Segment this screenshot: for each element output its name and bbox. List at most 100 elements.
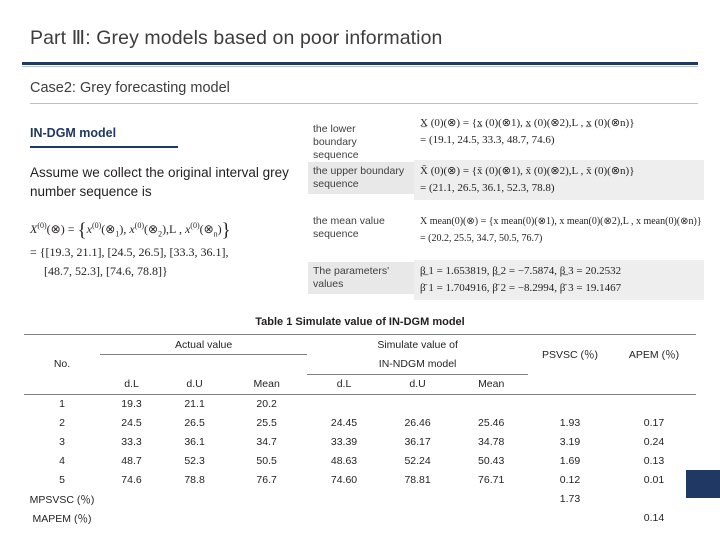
footer-spacer-13 bbox=[454, 509, 528, 528]
results-table: Actual value Simulate value of PSVSC (％)… bbox=[24, 334, 696, 528]
cell-actual-mean: 50.5 bbox=[256, 455, 277, 467]
panel-params-line-2: β̄ 1 = 1.704916, β̄ 2 = −8.2994, β̄ 3 = … bbox=[420, 282, 622, 294]
panel-upper-line-2: = (21.1, 26.5, 36.1, 52.3, 78.8) bbox=[420, 182, 555, 194]
model-label: IN-DGM model bbox=[30, 126, 117, 140]
footer-spacer-6 bbox=[454, 490, 528, 509]
panel-upper-line-1: X̄ (0)(⊗) = {x̄ (0)(⊗1), x̄ (0)(⊗2),L , … bbox=[420, 165, 635, 177]
cell-actual-dl: 19.3 bbox=[121, 398, 142, 410]
column-header-no: No. bbox=[53, 358, 71, 371]
footer-spacer-4 bbox=[307, 490, 381, 509]
callout-parameters: The parameters' values bbox=[308, 262, 421, 294]
case-divider bbox=[30, 103, 698, 104]
table-caption: Table 1 Simulate value of IN-DGM model bbox=[255, 316, 465, 328]
cell-psvsc: 0.12 bbox=[559, 474, 581, 486]
cell-sim-du: 78.81 bbox=[404, 474, 431, 486]
cell-no: 3 bbox=[59, 436, 65, 448]
cell-psvsc: 1.93 bbox=[559, 417, 581, 429]
formula-line-3: [48.7, 52.3], [74.6, 78.8]} bbox=[44, 264, 168, 279]
actual-spacer-3 bbox=[226, 355, 307, 375]
footer-spacer-12 bbox=[381, 509, 455, 528]
table-body: 1 19.3 21.1 20.2 2 24.5 26.5 25.5 24.45 … bbox=[24, 394, 696, 528]
title-divider-thin bbox=[22, 66, 698, 67]
callout-mean-value: the mean value sequence bbox=[313, 215, 385, 240]
accent-block bbox=[686, 470, 720, 498]
title-divider bbox=[22, 62, 698, 65]
cell-psvsc bbox=[528, 394, 612, 414]
table-row: 3 33.3 36.1 34.7 33.39 36.17 34.78 3.19 … bbox=[24, 433, 696, 452]
cell-apem: 0.01 bbox=[643, 474, 665, 486]
column-header-sim-dl: d.L bbox=[307, 374, 381, 395]
cell-actual-du: 21.1 bbox=[184, 398, 205, 410]
cell-no: 4 bbox=[59, 455, 65, 467]
cell-sim-mean: 50.43 bbox=[478, 455, 505, 467]
actual-spacer-1 bbox=[100, 355, 163, 375]
bottom-clip bbox=[0, 532, 720, 540]
footer-spacer-3 bbox=[226, 490, 307, 509]
footer-label-mpsvsc: MPSVSC (％) bbox=[29, 493, 95, 506]
footer-spacer-8 bbox=[100, 509, 163, 528]
column-header-no-blank bbox=[24, 374, 100, 395]
cell-sim-dl: 74.60 bbox=[330, 474, 358, 486]
case-heading: Case2: Grey forecasting model bbox=[30, 80, 230, 96]
cell-actual-du: 52.3 bbox=[184, 455, 205, 467]
cell-sim-du bbox=[381, 394, 455, 414]
footer-spacer-1 bbox=[100, 490, 163, 509]
footer-value-mapem: 0.14 bbox=[643, 512, 665, 524]
column-header-psvsc: PSVSC (％) bbox=[528, 334, 612, 374]
panel-mean-sequence: X mean(0)(⊗) = {x mean(0)(⊗1), x mean(0)… bbox=[414, 210, 704, 250]
panel-lower-sequence: X̲ (0)(⊗) = {x̲ (0)(⊗1), x̲ (0)(⊗2),L , … bbox=[414, 112, 704, 152]
slide-root: Part Ⅲ: Grey models based on poor inform… bbox=[0, 0, 720, 540]
column-header-sim-du: d.U bbox=[380, 374, 455, 395]
cell-sim-du: 26.46 bbox=[404, 417, 431, 429]
cell-actual-dl: 74.6 bbox=[121, 474, 142, 486]
panel-params-line-1: β̲ 1 = 1.653819, β̲ 2 = −7.5874, β̲ 3 = … bbox=[420, 265, 622, 277]
cell-actual-mean: 76.7 bbox=[256, 474, 277, 486]
panel-upper-sequence: X̄ (0)(⊗) = {x̄ (0)(⊗1), x̄ (0)(⊗2),L , … bbox=[414, 160, 704, 200]
panel-mean-line-1: X mean(0)(⊗) = {x mean(0)(⊗1), x mean(0)… bbox=[420, 216, 702, 227]
cell-actual-du: 36.1 bbox=[184, 436, 205, 448]
table-row: 4 48.7 52.3 50.5 48.63 52.24 50.43 1.69 … bbox=[24, 452, 696, 471]
table-footer-row: MAPEM (％) 0.14 bbox=[24, 509, 696, 528]
footer-spacer-7 bbox=[612, 490, 696, 509]
column-header-psvsc-blank bbox=[528, 374, 612, 395]
group-header-spacer bbox=[24, 334, 100, 355]
footer-value-mpsvsc: 1.73 bbox=[559, 493, 581, 505]
panel-lower-line-1: X̲ (0)(⊗) = {x̲ (0)(⊗1), x̲ (0)(⊗2),L , … bbox=[420, 117, 635, 129]
column-header-actual-dl: d.L bbox=[100, 374, 164, 395]
cell-no: 5 bbox=[59, 474, 65, 486]
table-row: 1 19.3 21.1 20.2 bbox=[24, 394, 696, 414]
column-header-actual-du: d.U bbox=[163, 374, 227, 395]
footer-spacer-10 bbox=[226, 509, 307, 528]
callout-lower-boundary: the lower boundary sequence bbox=[313, 123, 359, 161]
column-header-apem: APEM (％) bbox=[612, 334, 696, 374]
formula-line-1: X(0)(⊗) = {x(0)(⊗1), x(0)(⊗2),L , x(0)(⊗… bbox=[30, 220, 231, 241]
page-title: Part Ⅲ: Grey models based on poor inform… bbox=[30, 27, 443, 49]
cell-psvsc: 3.19 bbox=[559, 436, 581, 448]
table-footer-row: MPSVSC (％) 1.73 bbox=[24, 490, 696, 509]
cell-sim-dl: 24.45 bbox=[330, 417, 358, 429]
table-column-header-row: d.L d.U Mean d.L d.U Mean bbox=[24, 374, 696, 395]
cell-no: 2 bbox=[59, 417, 65, 429]
footer-spacer-5 bbox=[381, 490, 455, 509]
cell-sim-dl bbox=[307, 394, 381, 414]
cell-sim-dl: 33.39 bbox=[330, 436, 358, 448]
footer-label-mapem: MAPEM (％) bbox=[32, 512, 92, 525]
footer-spacer-9 bbox=[163, 509, 226, 528]
panel-lower-line-2: = (19.1, 24.5, 33.3, 48.7, 74.6) bbox=[420, 134, 555, 146]
cell-actual-mean: 25.5 bbox=[256, 417, 277, 429]
cell-sim-dl: 48.63 bbox=[330, 455, 358, 467]
cell-apem: 0.13 bbox=[643, 455, 665, 467]
cell-actual-du: 78.8 bbox=[184, 474, 205, 486]
table-group-header-row: Actual value Simulate value of PSVSC (％)… bbox=[24, 334, 696, 374]
assume-text: Assume we collect the original interval … bbox=[30, 165, 289, 199]
table-row: 5 74.6 78.8 76.7 74.60 78.81 76.71 0.12 … bbox=[24, 471, 696, 490]
actual-spacer-2 bbox=[163, 355, 226, 375]
cell-sim-mean: 25.46 bbox=[478, 417, 505, 429]
cell-apem: 0.24 bbox=[643, 436, 665, 448]
column-header-sim-mean: Mean bbox=[454, 374, 528, 395]
group-header-actual: Actual value bbox=[100, 334, 308, 355]
callout-upper-boundary: the upper boundary sequence bbox=[308, 162, 421, 194]
cell-sim-du: 52.24 bbox=[404, 455, 431, 467]
footer-spacer-2 bbox=[163, 490, 226, 509]
group-header-simulate-line1: Simulate value of bbox=[307, 334, 528, 355]
